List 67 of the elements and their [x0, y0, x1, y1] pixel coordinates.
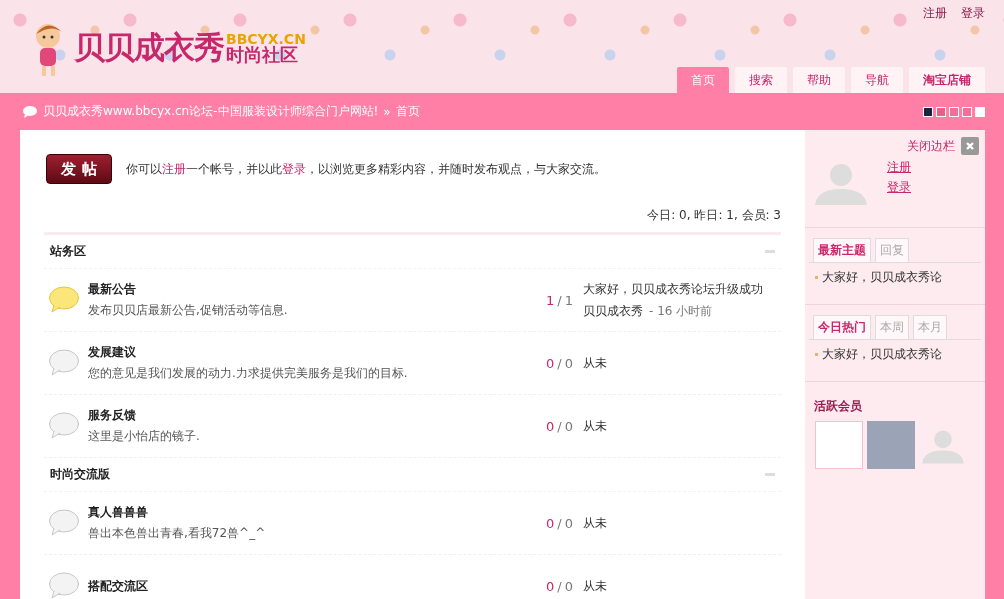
category-title: 时尚交流版: [50, 466, 110, 483]
last-post-text: 从未: [583, 417, 607, 435]
member-avatar-image[interactable]: [815, 421, 863, 469]
post-count: 0: [564, 515, 573, 531]
sidebar-link[interactable]: 登录: [887, 179, 911, 196]
thread-count: 0: [546, 578, 555, 594]
forum-name[interactable]: 发展建议: [88, 344, 528, 361]
sidebar-tab[interactable]: 今日热门: [813, 315, 871, 339]
last-post-time: - 16 小时前: [649, 302, 713, 320]
breadcrumb-separator: »: [383, 104, 391, 119]
post-count: 0: [564, 418, 573, 434]
forum-description: 发布贝贝店最新公告,促销活动等信息.: [88, 302, 289, 319]
forum-name[interactable]: 搭配交流区: [88, 577, 528, 595]
speech-bubble-icon: [22, 104, 38, 119]
count-separator: /: [557, 355, 562, 371]
last-post-text: 从未: [583, 514, 607, 532]
register-link[interactable]: 登录: [282, 161, 306, 176]
forum-description: 这里是小怡店的镜子.: [88, 428, 201, 445]
thread-count: 0: [546, 418, 555, 434]
section-title: 活跃会员: [813, 398, 863, 415]
post-count: 1: [564, 292, 573, 308]
style-swatch[interactable]: [962, 106, 972, 117]
last-post-link[interactable]: 大家好，贝贝成衣秀论坛升级成功: [583, 280, 763, 298]
logo-text: 贝贝成衣秀: [74, 28, 224, 67]
forum-description: 您的意见是我们发展的动力.力求提供完美服务是我们的目标.: [88, 365, 409, 382]
last-post-text: 从未: [583, 577, 607, 595]
category-title: 站务区: [50, 243, 86, 260]
forum-stats: 今日: 0, 昨日: 1, 会员: 3: [44, 207, 781, 235]
count-separator: /: [557, 515, 562, 531]
last-post-author[interactable]: 贝贝成衣秀: [583, 302, 643, 320]
new-post-button[interactable]: 发 帖: [46, 154, 112, 184]
count-separator: /: [557, 292, 562, 308]
style-swatch[interactable]: [975, 106, 985, 117]
forum-name[interactable]: 服务反馈: [88, 407, 528, 424]
thread-count: 0: [546, 355, 555, 371]
style-swatch[interactable]: [949, 106, 959, 117]
header-link[interactable]: 登录: [961, 5, 985, 22]
thread-count: 0: [546, 515, 555, 531]
close-sidebar-link[interactable]: 关闭边栏: [907, 137, 955, 155]
forum-description: 兽出本色兽出青春,看我72兽^_^: [88, 525, 267, 542]
forum-name[interactable]: 真人兽兽兽: [88, 504, 528, 521]
nav-tab[interactable]: 导航: [851, 67, 903, 93]
last-post-text: 从未: [583, 354, 607, 372]
style-swatch[interactable]: [923, 106, 933, 117]
sidebar-link[interactable]: 注册: [887, 159, 911, 176]
register-link[interactable]: 注册: [162, 161, 186, 176]
bullet-icon: [815, 276, 818, 279]
thread-count: 1: [546, 292, 555, 308]
bullet-icon: [815, 353, 818, 356]
close-icon[interactable]: [961, 137, 979, 155]
nav-tab[interactable]: 搜索: [735, 67, 787, 93]
topic-link[interactable]: 大家好，贝贝成衣秀论: [822, 269, 942, 286]
logo-domain: BBCYX.CN: [226, 32, 306, 46]
style-swatch[interactable]: [936, 106, 946, 117]
notice-text: 你可以注册一个帐号，并以此登录，以浏览更多精彩内容，并随时发布观点，与大家交流。: [126, 160, 606, 178]
header-link[interactable]: 注册: [923, 5, 947, 22]
topic-link[interactable]: 大家好，贝贝成衣秀论: [822, 346, 942, 363]
count-separator: /: [557, 578, 562, 594]
nav-tab[interactable]: 淘宝店铺: [909, 67, 985, 93]
post-count: 0: [564, 355, 573, 371]
post-count: 0: [564, 578, 573, 594]
cross-icon: [964, 140, 976, 152]
count-separator: /: [557, 418, 562, 434]
nav-tab[interactable]: 帮助: [793, 67, 845, 93]
sidebar-tab[interactable]: 最新主题: [813, 238, 871, 262]
forum-name[interactable]: 最新公告: [88, 281, 528, 298]
logo-tagline: 时尚社区: [226, 46, 298, 64]
